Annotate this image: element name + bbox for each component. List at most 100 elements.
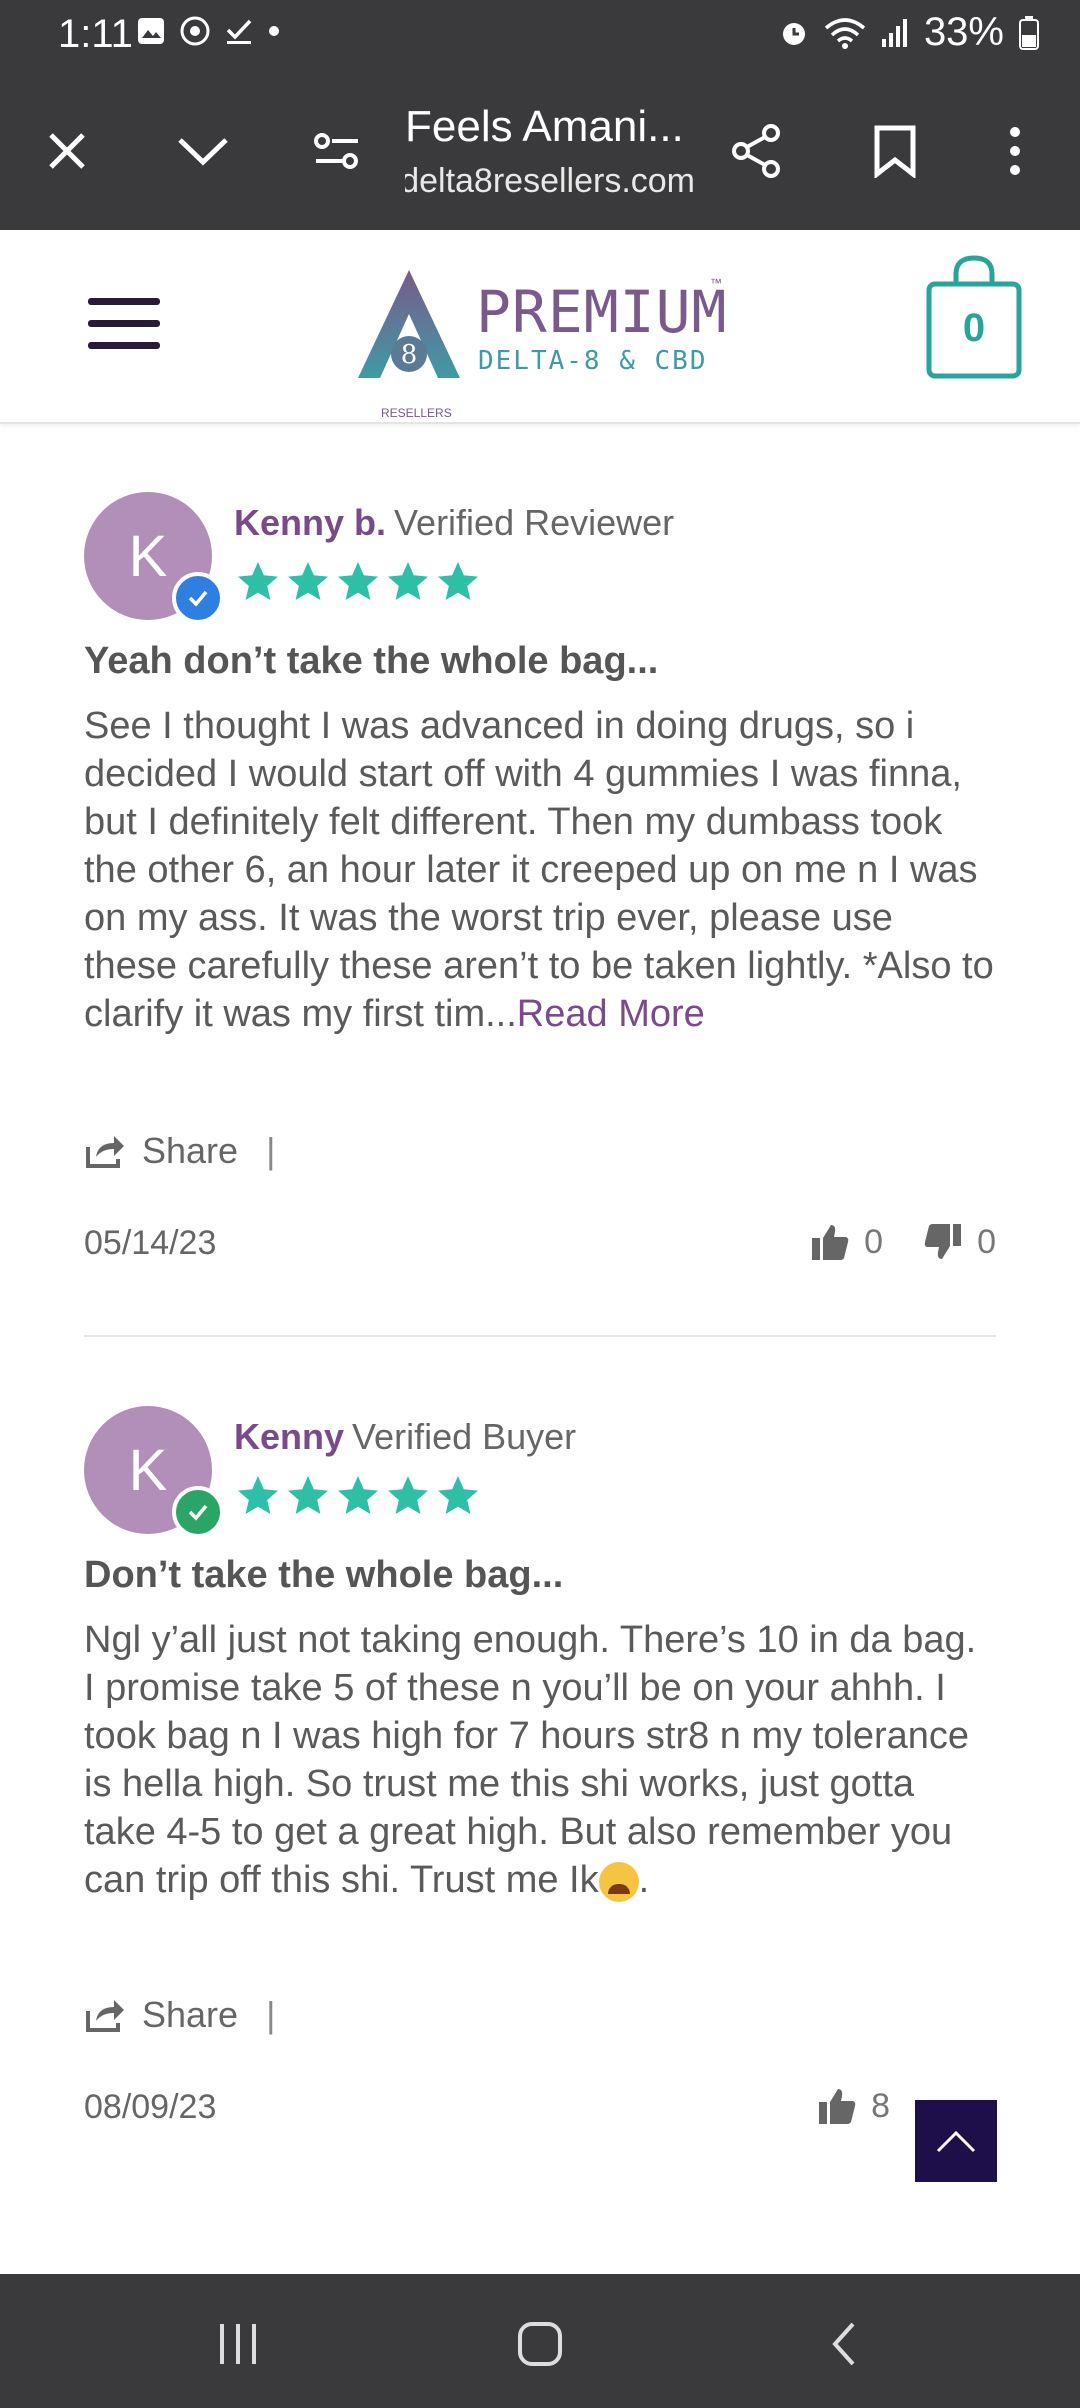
close-tab-button[interactable] (32, 116, 102, 186)
dot-icon (269, 26, 279, 36)
share-arrow-icon (86, 1136, 124, 1168)
star-icon (238, 562, 278, 600)
chrome-icon (180, 16, 210, 46)
recent-apps-icon (220, 2324, 256, 2364)
close-icon (49, 133, 85, 169)
reviewer-name-text: Kenny (234, 1416, 345, 1457)
thumbs-up-count: 8 (871, 2086, 890, 2125)
cart-button[interactable]: 0 (926, 254, 1022, 380)
star-icon (388, 562, 428, 600)
review-card: K Kenny b. Verified Reviewer Yeah don’t t… (84, 492, 996, 1292)
star-icon (388, 1476, 428, 1514)
battery-percent: 33% (923, 10, 1004, 54)
review-body: See I thought I was advanced in doing dr… (84, 702, 996, 1038)
verified-label: Verified Reviewer (394, 502, 675, 543)
crying-emoji-icon (598, 1861, 639, 1902)
verified-label: Verified Buyer (352, 1416, 577, 1457)
site-logo[interactable]: 8 PREMIUM ™ DELTA-8 & CBD RESELLERS (354, 266, 734, 420)
review-card: K Kenny Verified Buyer Don’t take the who… (84, 1406, 996, 2166)
alarm-icon (782, 22, 805, 45)
menu-icon-bar (88, 342, 160, 349)
check-icon (188, 1504, 208, 1521)
wifi-icon (824, 17, 866, 49)
more-vert-icon (1010, 127, 1020, 175)
cart-count: 0 (962, 306, 986, 350)
review-divider (84, 1335, 996, 1337)
logo-word-premium: PREMIUM (476, 278, 728, 346)
site-header: 8 PREMIUM ™ DELTA-8 & CBD RESELLERS 0 (0, 230, 1080, 424)
share-page-button[interactable] (722, 116, 792, 186)
page-title: Feels Amani... (405, 102, 684, 151)
star-rating (234, 1472, 482, 1520)
share-button[interactable]: Share | (84, 1994, 275, 2036)
logo-mark-icon: 8 (358, 270, 460, 378)
menu-icon-bar (88, 298, 160, 305)
minimize-button[interactable] (168, 116, 238, 186)
notification-icons (136, 16, 280, 46)
thumbs-up-icon[interactable] (810, 1222, 850, 1262)
chevron-up-icon (936, 2130, 976, 2153)
status-bar: 1:11 33% (0, 0, 1080, 72)
reviewer-name: Kenny Verified Buyer (234, 1416, 576, 1458)
signal-icon (881, 18, 907, 47)
gallery-icon (138, 18, 164, 44)
review-title: Yeah don’t take the whole bag... (84, 640, 659, 682)
bookmark-icon (874, 125, 916, 178)
back-icon (832, 2322, 855, 2366)
reviewer-name-text: Kenny b. (234, 502, 387, 543)
bookmark-button[interactable] (860, 116, 930, 186)
thumbs-down-icon[interactable] (923, 1222, 963, 1262)
review-votes: 8 (817, 2086, 916, 2126)
menu-button[interactable] (88, 298, 160, 354)
star-icon (288, 562, 328, 600)
battery-icon (1019, 15, 1039, 50)
review-date: 05/14/23 (84, 1224, 217, 1262)
check-icon (226, 19, 252, 44)
share-arrow-icon (86, 2000, 124, 2032)
recent-apps-button[interactable] (198, 2304, 278, 2384)
review-body-text: See I thought I was advanced in doing dr… (84, 705, 994, 1035)
verified-badge (172, 572, 224, 624)
status-time: 1:11 (58, 12, 133, 56)
star-icon (338, 1476, 378, 1514)
review-date: 08/09/23 (84, 2088, 217, 2126)
share-icon (732, 124, 780, 178)
review-votes: 0 0 (810, 1222, 996, 1262)
star-icon (238, 1476, 278, 1514)
menu-icon-bar (88, 320, 160, 327)
thumbs-up-icon[interactable] (817, 2086, 857, 2126)
browser-toolbar: Feels Amani... delta8resellers.com (0, 72, 1080, 230)
share-button[interactable]: Share | (84, 1130, 275, 1172)
verified-badge (172, 1486, 224, 1538)
review-body-text: Ngl y’all just not taking enough. There’… (84, 1619, 977, 1901)
more-options-button[interactable] (980, 116, 1050, 186)
share-label: Share (142, 1994, 239, 2035)
separator: | (266, 1130, 276, 1171)
review-body: Ngl y’all just not taking enough. There’… (84, 1616, 996, 1904)
home-icon (518, 2322, 562, 2366)
review-title: Don’t take the whole bag... (84, 1554, 564, 1596)
star-icon (288, 1476, 328, 1514)
back-to-top-button[interactable] (915, 2100, 997, 2182)
site-settings-button[interactable] (302, 116, 372, 186)
star-rating (234, 558, 482, 606)
svg-text:8: 8 (401, 340, 418, 370)
tune-icon (314, 133, 358, 169)
back-button[interactable] (804, 2304, 884, 2384)
logo-subtitle: DELTA-8 & CBD (478, 346, 708, 376)
logo-resellers: RESELLERS (381, 406, 452, 420)
reviewer-name: Kenny b. Verified Reviewer (234, 502, 674, 544)
home-button[interactable] (500, 2304, 580, 2384)
review-body-end: . (638, 1859, 650, 1901)
system-nav-bar (0, 2274, 1080, 2408)
share-label: Share (142, 1130, 239, 1171)
read-more-link[interactable]: Read More (517, 993, 705, 1035)
logo-trademark: ™ (710, 276, 722, 290)
star-icon (338, 562, 378, 600)
star-icon (438, 562, 478, 600)
thumbs-up-count: 0 (864, 1222, 884, 1261)
chevron-down-icon (178, 138, 228, 166)
page-url: delta8resellers.com (405, 162, 695, 200)
check-icon (188, 590, 208, 607)
star-icon (438, 1476, 478, 1514)
